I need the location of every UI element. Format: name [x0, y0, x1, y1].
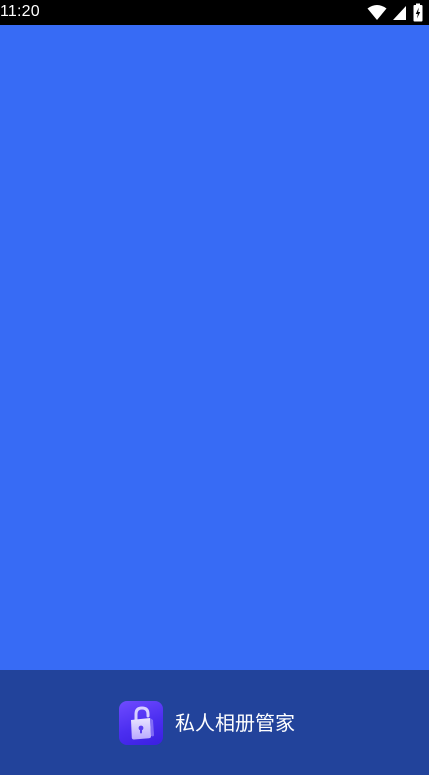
- battery-charging-icon: [413, 3, 423, 22]
- status-time: 11:20: [0, 3, 40, 20]
- bottom-brand-bar: 私人相册管家: [0, 670, 429, 775]
- wifi-icon: [367, 3, 387, 22]
- brand-row: 私人相册管家: [119, 700, 295, 745]
- cellular-signal-icon: [393, 3, 407, 22]
- status-bar: 11:20: [0, 0, 429, 25]
- app-logo: [119, 700, 163, 745]
- status-icons: [367, 3, 423, 22]
- splash-screen: 11:20 私人相册管家: [0, 0, 429, 775]
- splash-area: [0, 25, 429, 670]
- app-name: 私人相册管家: [175, 710, 295, 735]
- lock-icon: [131, 705, 154, 740]
